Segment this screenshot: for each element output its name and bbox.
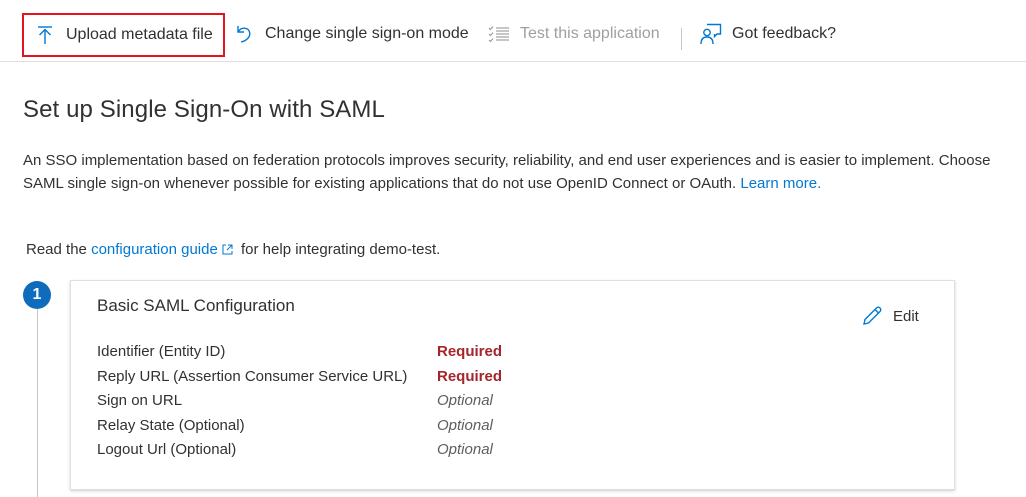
- upload-metadata-button[interactable]: Upload metadata file: [22, 13, 225, 57]
- field-status: Optional: [437, 416, 493, 434]
- description-text: An SSO implementation based on federatio…: [23, 152, 991, 192]
- field-row: Relay State (Optional) Optional: [97, 417, 897, 442]
- saml-sso-page: Upload metadata file Change single sign-…: [0, 0, 1026, 497]
- undo-icon: [233, 23, 255, 45]
- toolbar-divider: [681, 28, 682, 50]
- field-status: Optional: [437, 392, 493, 409]
- sso-description: An SSO implementation based on federatio…: [23, 150, 1003, 195]
- test-application-label: Test this application: [520, 25, 660, 42]
- step-connector-line: [37, 309, 38, 497]
- basic-saml-configuration-card: Basic SAML Configuration Edit Identifier…: [70, 280, 955, 490]
- field-row: Reply URL (Assertion Consumer Service UR…: [97, 368, 897, 393]
- configuration-guide-line: Read the configuration guide for help in…: [26, 241, 440, 259]
- upload-metadata-label: Upload metadata file: [66, 26, 213, 43]
- got-feedback-button[interactable]: Got feedback?: [700, 12, 836, 56]
- field-row: Sign on URL Optional: [97, 392, 897, 417]
- external-link-icon: [222, 242, 233, 259]
- field-label: Sign on URL: [97, 392, 183, 409]
- change-sso-mode-label: Change single sign-on mode: [265, 25, 469, 42]
- change-sso-mode-button[interactable]: Change single sign-on mode: [233, 12, 469, 56]
- field-status: Required: [437, 367, 503, 385]
- page-title: Set up Single Sign-On with SAML: [23, 96, 385, 123]
- edit-button[interactable]: Edit: [861, 305, 919, 327]
- pencil-icon: [861, 305, 883, 327]
- card-title: Basic SAML Configuration: [97, 296, 295, 315]
- edit-label: Edit: [893, 307, 919, 325]
- upload-icon: [34, 24, 56, 46]
- field-label: Identifier (Entity ID): [97, 343, 226, 360]
- guide-prefix: Read the: [26, 241, 87, 258]
- configuration-guide-link[interactable]: configuration guide: [91, 241, 237, 258]
- test-application-button[interactable]: Test this application: [488, 12, 660, 56]
- learn-more-link[interactable]: Learn more.: [740, 175, 821, 192]
- field-label: Reply URL (Assertion Consumer Service UR…: [97, 367, 408, 385]
- command-bar: Upload metadata file Change single sign-…: [0, 0, 1026, 62]
- field-status: Optional: [437, 441, 493, 458]
- configuration-guide-link-text: configuration guide: [91, 241, 218, 258]
- guide-suffix: for help integrating demo-test.: [241, 241, 441, 258]
- field-row: Identifier (Entity ID) Required: [97, 343, 897, 368]
- step-number-badge: 1: [23, 281, 51, 309]
- field-status: Required: [437, 343, 503, 360]
- field-label: Relay State (Optional): [97, 416, 245, 434]
- got-feedback-label: Got feedback?: [732, 25, 837, 42]
- feedback-person-icon: [700, 23, 722, 45]
- field-row: Logout Url (Optional) Optional: [97, 441, 897, 466]
- checklist-icon: [488, 23, 510, 45]
- field-label: Logout Url (Optional): [97, 441, 237, 458]
- saml-fields-list: Identifier (Entity ID) Required Reply UR…: [97, 343, 897, 466]
